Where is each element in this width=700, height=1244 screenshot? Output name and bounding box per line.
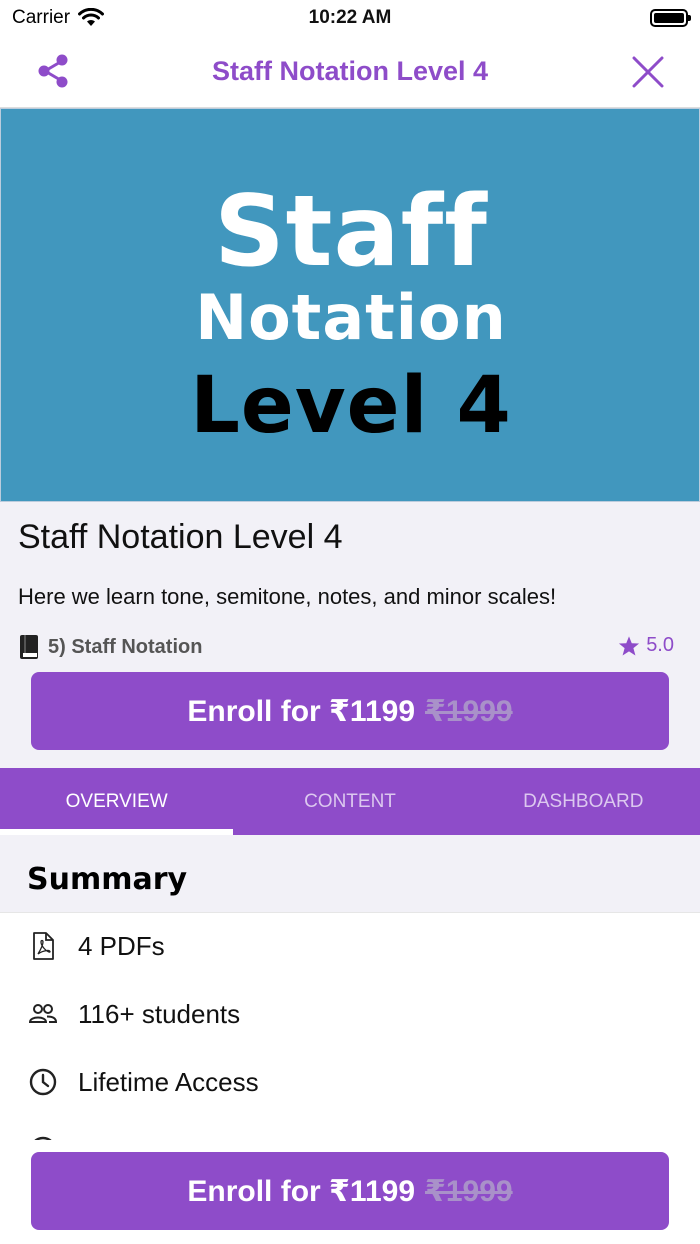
course-category[interactable]: 5) Staff Notation — [18, 634, 202, 660]
summary-item-students: 116+ students — [0, 993, 700, 1033]
pdf-icon — [33, 932, 54, 960]
enroll-button-bottom[interactable]: Enroll for ₹1199 ₹1999 — [31, 1152, 669, 1230]
course-rating-value: 5.0 — [646, 634, 674, 656]
course-title: Staff Notation Level 4 — [18, 518, 343, 556]
course-rating: 5.0 — [618, 634, 674, 657]
banner-line-2: Notation — [195, 281, 507, 354]
book-icon — [20, 635, 38, 659]
original-price-bottom: ₹1999 — [425, 1174, 513, 1208]
status-bar: Carrier 10:22 AM — [0, 0, 700, 36]
tab-overview[interactable]: OVERVIEW — [0, 768, 234, 835]
enroll-label-bottom: Enroll for ₹1199 — [187, 1174, 415, 1208]
clock-icon — [29, 1068, 57, 1096]
summary-text-students: 116+ students — [78, 999, 241, 1029]
summary-heading: Summary — [27, 862, 188, 897]
banner-line-1: Staff — [214, 175, 488, 289]
summary-item-pdfs: 4 PDFs — [0, 925, 700, 965]
summary-text-access: Lifetime Access — [78, 1067, 259, 1097]
star-icon — [619, 635, 640, 655]
banner-line-3: Level 4 — [190, 361, 512, 451]
students-icon — [28, 1004, 58, 1023]
tab-dashboard[interactable]: DASHBOARD — [467, 768, 700, 835]
course-meta: 5) Staff Notation 5.0 — [18, 634, 674, 662]
course-description: Here we learn tone, semitone, notes, and… — [18, 584, 557, 609]
tab-content[interactable]: CONTENT — [233, 768, 466, 835]
page-title: Staff Notation Level 4 — [211, 56, 489, 86]
enroll-button[interactable]: Enroll for ₹1199 ₹1999 — [31, 672, 669, 750]
nav-bar: Staff Notation Level 4 — [0, 36, 700, 108]
original-price: ₹1999 — [425, 694, 513, 728]
status-time: 10:22 AM — [308, 7, 392, 28]
summary-list: 4 PDFs 116+ students Lifetime Access 24x… — [0, 912, 700, 1144]
tab-bar: OVERVIEW CONTENT DASHBOARD — [0, 768, 700, 835]
course-category-label: 5) Staff Notation — [48, 635, 203, 658]
summary-text-pdfs: 4 PDFs — [78, 931, 165, 961]
summary-item-access: Lifetime Access — [0, 1061, 700, 1101]
close-icon — [632, 56, 664, 88]
battery-icon — [650, 9, 691, 27]
enroll-label: Enroll for ₹1199 — [187, 694, 415, 728]
close-button[interactable] — [628, 52, 668, 92]
course-banner-image: Staff Notation Level 4 — [0, 108, 700, 502]
